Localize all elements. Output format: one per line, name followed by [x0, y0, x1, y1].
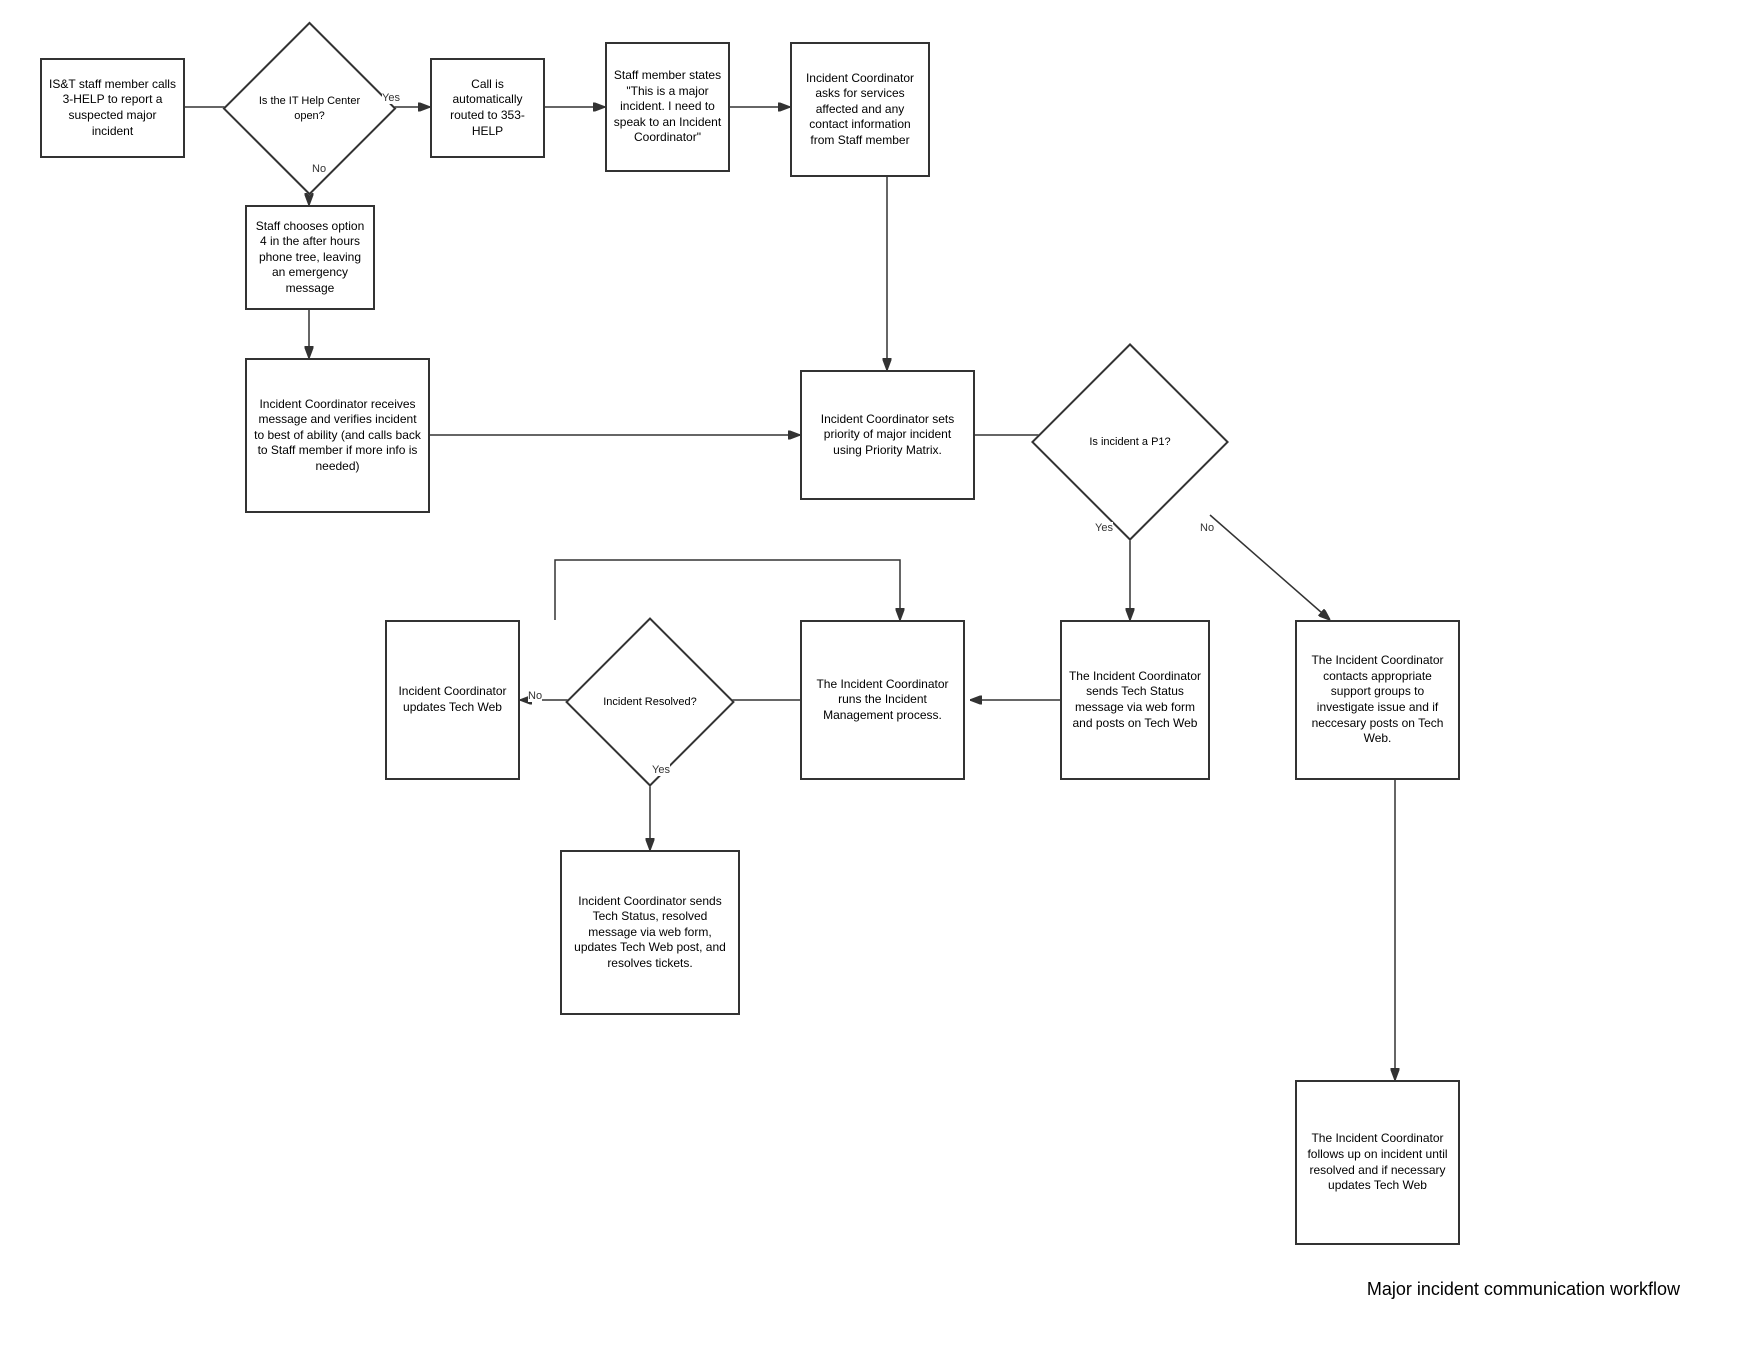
- node-coordinator-asks: Incident Coordinator asks for services a…: [790, 42, 930, 177]
- label-yes3: Yes: [652, 764, 670, 776]
- node-sets-priority: Incident Coordinator sets priority of ma…: [800, 370, 975, 500]
- node-staff-states: Staff member states "This is a major inc…: [605, 42, 730, 172]
- node-incident-resolved: Incident Resolved?: [590, 642, 710, 762]
- label-yes2: Yes: [1095, 522, 1113, 534]
- node-sends-resolved: Incident Coordinator sends Tech Status, …: [560, 850, 740, 1015]
- label-no3: No: [528, 690, 542, 702]
- node-call-routed: Call is automatically routed to 353-HELP: [430, 58, 545, 158]
- node-sends-tech-status: The Incident Coordinator sends Tech Stat…: [1060, 620, 1210, 780]
- node-follows-up: The Incident Coordinator follows up on i…: [1295, 1080, 1460, 1245]
- label-no1: No: [312, 163, 326, 175]
- label-no2: No: [1200, 522, 1214, 534]
- node-staff-option4: Staff chooses option 4 in the after hour…: [245, 205, 375, 310]
- node-help-center-open: Is the IT Help Center open?: [248, 47, 371, 170]
- node-is-p1: Is incident a P1?: [1060, 372, 1200, 512]
- node-runs-incident-mgmt: The Incident Coordinator runs the Incide…: [800, 620, 965, 780]
- flowchart: IS&T staff member calls 3-HELP to report…: [0, 0, 1760, 1360]
- node-updates-tech-web: Incident Coordinator updates Tech Web: [385, 620, 520, 780]
- label-yes1: Yes: [382, 92, 400, 104]
- node-contacts-support: The Incident Coordinator contacts approp…: [1295, 620, 1460, 780]
- node-ist-staff: IS&T staff member calls 3-HELP to report…: [40, 58, 185, 158]
- node-coordinator-receives: Incident Coordinator receives message an…: [245, 358, 430, 513]
- page-title: Major incident communication workflow: [1367, 1279, 1680, 1300]
